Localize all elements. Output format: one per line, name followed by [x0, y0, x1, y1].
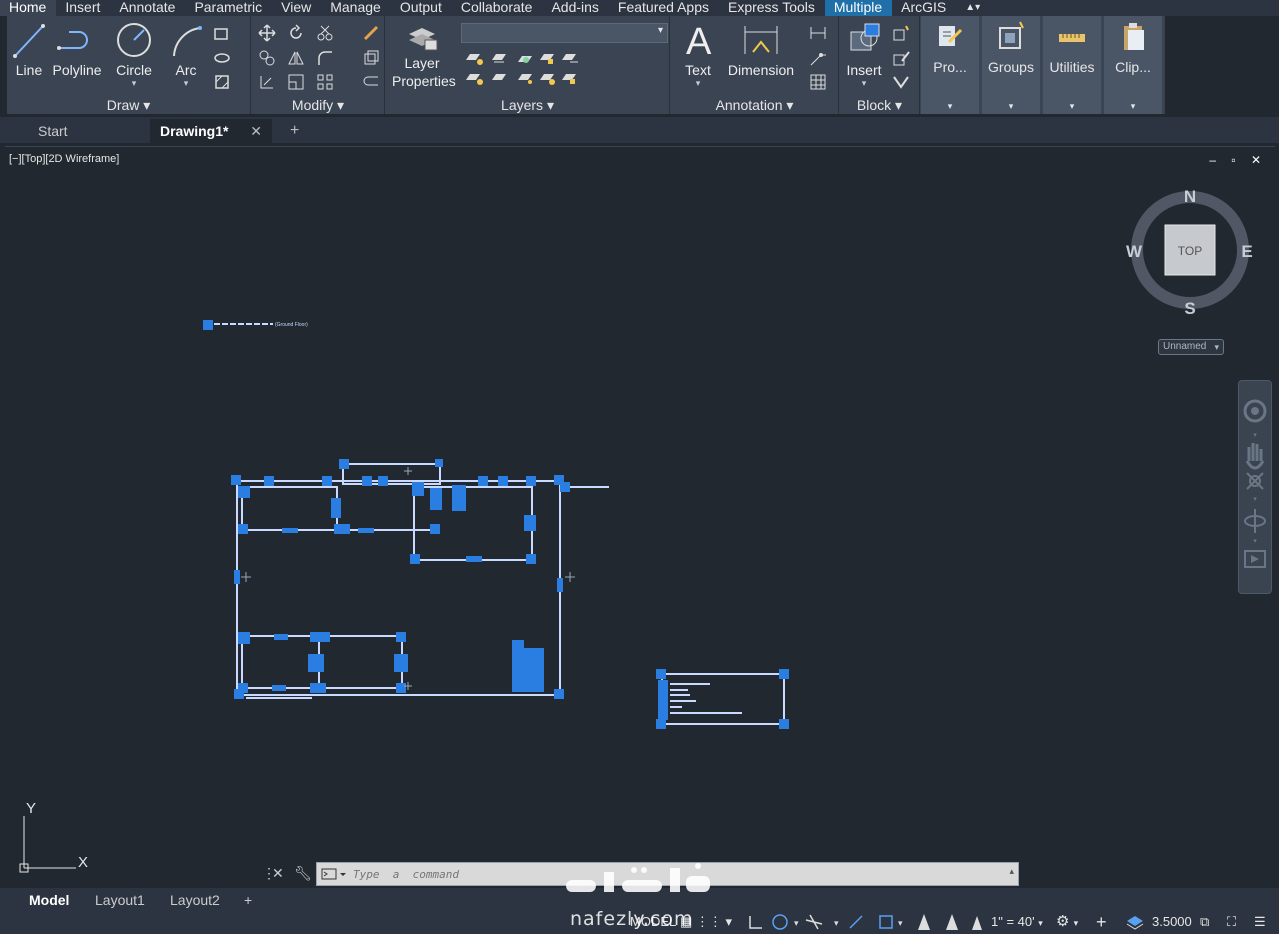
- compass-south[interactable]: S: [1184, 299, 1195, 318]
- orbit-icon[interactable]: [1244, 509, 1266, 533]
- wrench-icon[interactable]: 🔧︎: [294, 865, 312, 882]
- svg-text:▾: ▾: [794, 918, 799, 928]
- viewcube-face-top[interactable]: TOP: [1178, 244, 1202, 258]
- ucs-icon: [19, 816, 76, 873]
- tab-model[interactable]: Model: [29, 890, 69, 910]
- svg-text:▾: ▾: [1253, 496, 1257, 503]
- chevron-down-icon: ▾: [1214, 342, 1219, 352]
- ortho-icon: [749, 916, 762, 929]
- svg-text:▾: ▾: [1253, 432, 1257, 439]
- command-prompt-icon[interactable]: [319, 863, 349, 885]
- command-input[interactable]: [353, 866, 993, 883]
- selection-grips[interactable]: [231, 459, 570, 699]
- plus-icon[interactable]: +: [1096, 913, 1107, 931]
- command-line-handle[interactable]: ⋮ ✕ 🔧︎: [262, 862, 316, 886]
- menu-icon[interactable]: ☰: [1254, 913, 1266, 931]
- legend-table[interactable]: [656, 669, 789, 729]
- isodraft-icon: [805, 914, 823, 930]
- pan-icon[interactable]: [1245, 443, 1265, 470]
- object-snap-icon: [879, 915, 893, 929]
- navigation-bar: ▾ ▾ ▾: [1238, 380, 1272, 594]
- annotation-scale-value: 1" = 40': [991, 914, 1035, 929]
- object-snap-tracking-icon: [849, 915, 863, 929]
- svg-text:▾: ▾: [1253, 538, 1257, 545]
- gear-icon[interactable]: ⚙ ▾: [1056, 913, 1078, 931]
- ucs-menu-label: Unnamed: [1163, 341, 1207, 352]
- chevron-up-icon[interactable]: ▴: [1009, 866, 1014, 877]
- drawing-canvas[interactable]: (Ground Floor) Y X: [0, 0, 1279, 934]
- polar-tracking-icon: [772, 914, 788, 930]
- compass-east[interactable]: E: [1241, 242, 1252, 261]
- title-block-label[interactable]: (Ground Floor): [203, 320, 308, 330]
- floor-plan[interactable]: [236, 463, 609, 699]
- drafting-toggles[interactable]: ▾ ▾ ▾: [746, 912, 906, 932]
- compass-north[interactable]: N: [1184, 187, 1196, 206]
- new-layout-button[interactable]: +: [244, 890, 252, 910]
- svg-text:▾: ▾: [834, 918, 839, 928]
- status-bar: MODEL ▦ ⋮⋮ ▾ ▾ ▾ ▾ 1" = 40' ▾ ⚙ ▾ + 3.50…: [0, 910, 1279, 934]
- ucs-x-label: X: [78, 854, 88, 871]
- annotation-visibility-toggles[interactable]: [914, 912, 984, 932]
- ucs-y-label: Y: [26, 800, 36, 817]
- svg-text:▾: ▾: [898, 918, 903, 928]
- ucs-menu[interactable]: Unnamed ▾: [1158, 339, 1224, 355]
- chevron-down-icon: ▾: [1038, 918, 1043, 928]
- drawing-title-text: (Ground Floor): [275, 322, 308, 328]
- viewcube[interactable]: TOP N S E W: [1125, 185, 1255, 318]
- zoom-extents-icon[interactable]: [1246, 472, 1264, 490]
- compass-ring[interactable]: TOP N S E W: [1125, 185, 1255, 318]
- showmotion-icon[interactable]: [1244, 550, 1266, 568]
- isolate-objects-icon[interactable]: ⧉: [1200, 913, 1209, 931]
- compass-west[interactable]: W: [1126, 242, 1143, 261]
- layout-tab-bar: Model Layout1 Layout2 +: [0, 888, 1279, 910]
- annotation-visibility-icon: [946, 914, 958, 930]
- model-space-toggle[interactable]: MODEL: [630, 913, 676, 931]
- command-line[interactable]: ▴: [316, 862, 1019, 886]
- lineweight-value[interactable]: 3.5000: [1152, 913, 1192, 931]
- annotation-scale-icon: [918, 914, 930, 930]
- tab-layout2[interactable]: Layout2: [170, 890, 220, 910]
- layers-icon[interactable]: [1126, 914, 1144, 930]
- annotation-scale-dropdown[interactable]: 1" = 40' ▾: [991, 913, 1043, 931]
- close-icon[interactable]: ✕: [272, 865, 284, 882]
- tab-layout1[interactable]: Layout1: [95, 890, 145, 910]
- steering-wheel-icon[interactable]: [1243, 399, 1267, 423]
- fullscreen-icon[interactable]: ⛶: [1227, 913, 1236, 931]
- grid-icon[interactable]: ▦ ⋮⋮ ▾: [680, 913, 732, 931]
